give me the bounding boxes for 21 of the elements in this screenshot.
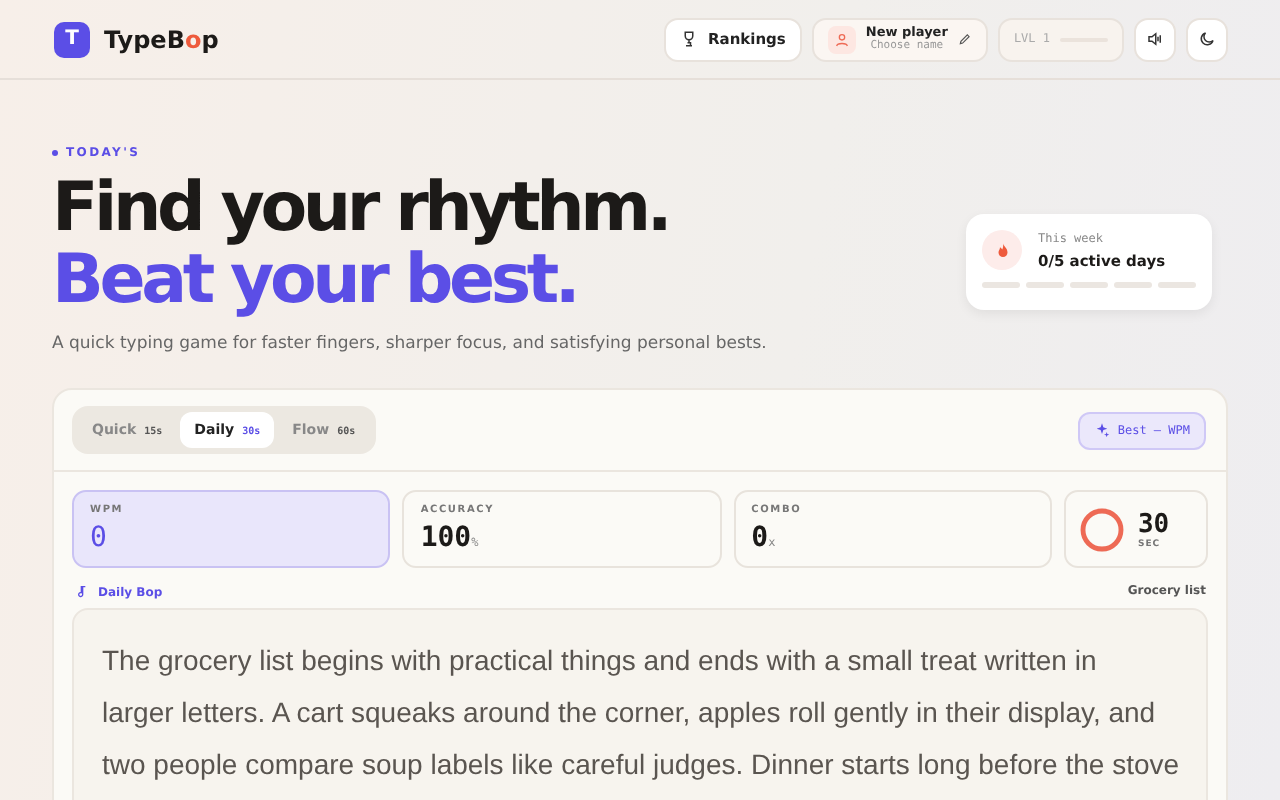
timer-ring-icon [1077,505,1126,553]
headline: Beat your best. [52,244,577,316]
brand-name: TypeBop [104,25,219,53]
passage-line: two people compare soup labels like careful judges. Dinner starts long before the stove [102,746,1178,784]
timer-value: 30 [1137,509,1170,539]
passage-line: The grocery list begins with practical things and ends with a small treat written in [102,642,1099,680]
passage-line: larger letters. A cart squeaks around the corner, apples roll gently in their display, and [102,694,1158,732]
avatar-icon [827,25,856,53]
theme-button[interactable] [1186,17,1228,61]
subtitle: A quick typing game for faster fingers, sharper focus, and satisfying personal bests. [52,334,767,354]
logo-icon: T [54,21,90,57]
moon-icon [1198,30,1216,48]
speaker-icon [1146,30,1164,48]
stat-value: 0 [90,522,109,554]
trophy-icon [679,30,698,48]
headline: Find your rhythm. [52,172,671,244]
pencil-icon [957,32,972,46]
sparkle-icon [1093,422,1110,438]
flame-icon [982,230,1022,270]
sound-button[interactable] [1134,17,1176,61]
dot-icon [52,150,58,156]
